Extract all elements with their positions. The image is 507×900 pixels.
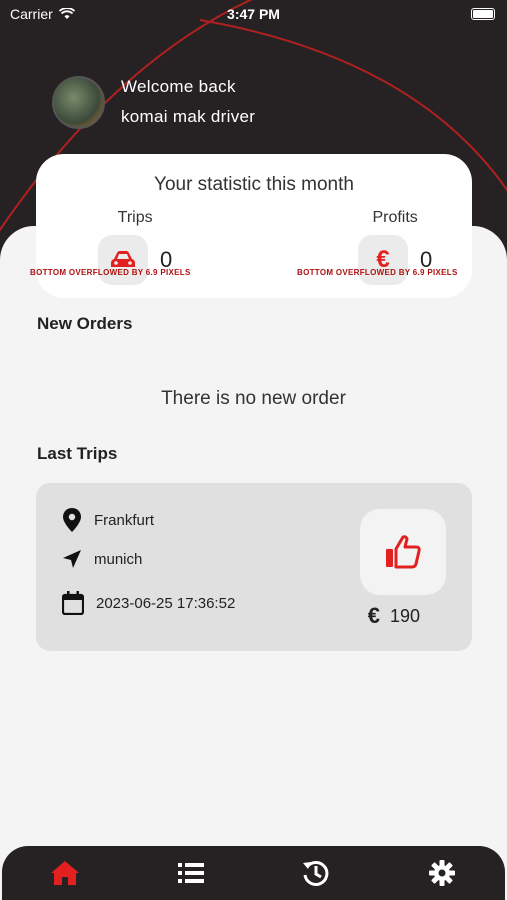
car-icon	[98, 235, 148, 285]
overflow-warning-right: BOTTOM OVERFLOWED BY 6.9 PIXELS	[297, 268, 458, 277]
statistics-card: Your statistic this month Trips 0 Profit…	[30, 154, 472, 298]
euro-icon: €	[367, 603, 380, 628]
nav-history[interactable]	[296, 853, 336, 893]
like-button[interactable]	[360, 509, 446, 595]
calendar-icon	[62, 591, 84, 615]
trip-datetime-text: 2023-06-25 17:36:52	[96, 594, 236, 612]
nav-settings[interactable]	[422, 853, 462, 893]
status-bar: Carrier 3:47 PM	[0, 0, 507, 28]
driver-name: komai mak driver	[121, 107, 256, 126]
euro-icon: €	[358, 235, 408, 285]
battery-icon	[471, 8, 495, 20]
trip-origin-text: Frankfurt	[94, 511, 155, 529]
history-icon	[303, 860, 329, 886]
trip-destination: munich	[62, 549, 142, 569]
list-icon	[177, 863, 204, 883]
trip-destination-text: munich	[94, 550, 143, 568]
nav-home[interactable]	[45, 853, 85, 893]
new-orders-title: New Orders	[37, 314, 133, 333]
welcome-header: Welcome back komai mak driver	[52, 72, 255, 132]
statistics-title: Your statistic this month	[154, 174, 354, 195]
clock: 3:47 PM	[227, 6, 280, 22]
navigation-arrow-icon	[63, 550, 81, 568]
nav-list[interactable]	[171, 853, 211, 893]
settings-icon	[429, 860, 456, 886]
empty-orders-message: There is no new order	[161, 388, 346, 409]
thumbs-up-icon	[386, 535, 421, 569]
home-icon	[50, 861, 79, 885]
bottom-navigation	[2, 846, 505, 900]
avatar[interactable]	[52, 75, 105, 129]
trip-origin: Frankfurt	[62, 508, 154, 532]
profits-label: Profits	[372, 209, 418, 226]
overflow-warning-left: BOTTOM OVERFLOWED BY 6.9 PIXELS	[30, 268, 191, 277]
welcome-text: Welcome back	[121, 77, 236, 96]
trip-price: € 190	[368, 603, 420, 629]
trip-price-value: 190	[389, 605, 420, 626]
trip-card[interactable]: Frankfurt munich 2023-06-25 17:36:52 € 1…	[36, 483, 472, 651]
trip-date: 2023-06-25 17:36:52	[62, 591, 235, 615]
last-trips-title: Last Trips	[37, 444, 118, 463]
trips-label: Trips	[117, 209, 153, 226]
location-pin-icon	[63, 508, 81, 532]
